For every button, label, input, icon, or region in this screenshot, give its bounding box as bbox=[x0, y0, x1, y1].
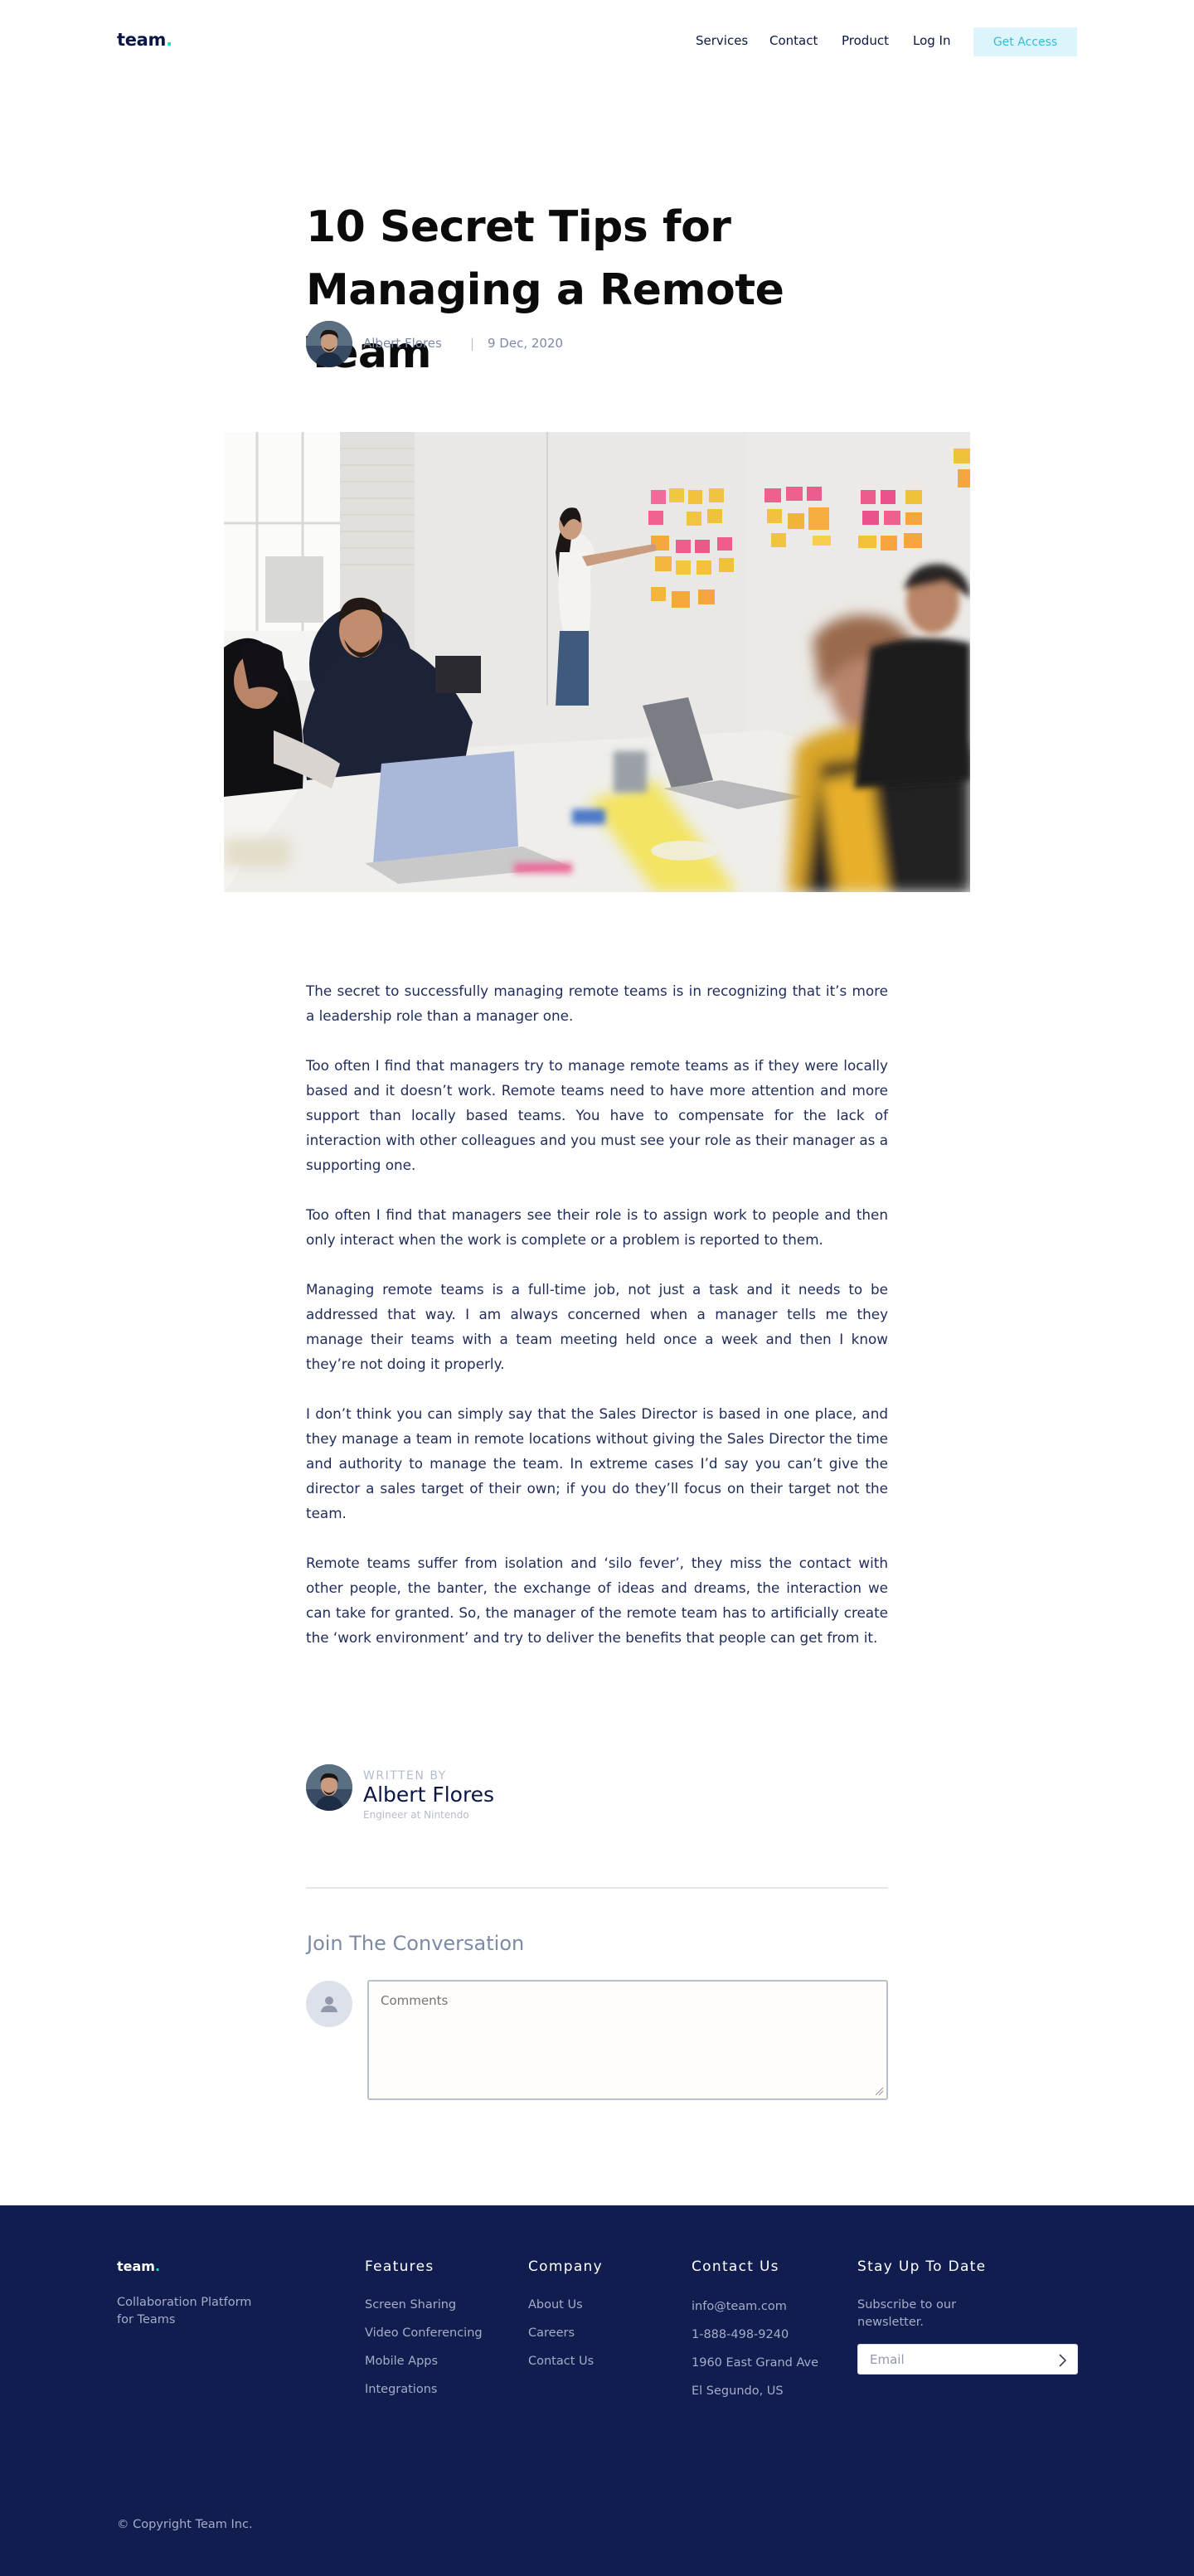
written-by-label: WRITTEN BY bbox=[363, 1769, 447, 1783]
article-paragraph: Managing remote teams is a full-time job… bbox=[306, 1281, 888, 1372]
article-body: The secret to successfully managing remo… bbox=[306, 978, 888, 1675]
user-icon bbox=[321, 1996, 337, 2012]
article-title: 10 Secret Tips for Managing a Remote Tea… bbox=[306, 202, 784, 378]
publish-date: 9 Dec, 2020 bbox=[488, 336, 564, 351]
page: team. Services Contact Product Log In Ge… bbox=[0, 0, 1194, 2576]
get-access-button[interactable]: Get Access bbox=[973, 27, 1077, 56]
footer-company-title: Company bbox=[528, 2258, 603, 2275]
hero-image bbox=[224, 432, 970, 892]
logo[interactable]: team. bbox=[117, 30, 172, 50]
comment-input[interactable] bbox=[367, 1980, 888, 2100]
site-header: team. Services Contact Product Log In Ge… bbox=[0, 0, 1194, 83]
article-paragraph: I don’t think you can simply say that th… bbox=[306, 1405, 888, 1521]
footer-link-screen-sharing[interactable]: Screen Sharing bbox=[365, 2298, 456, 2312]
meta-separator: | bbox=[470, 336, 475, 351]
footer-newsletter-text: Subscribe to our newsletter. bbox=[857, 2298, 957, 2329]
footer-newsletter-title: Stay Up To Date bbox=[857, 2258, 987, 2275]
article-paragraph: Too often I find that managers see their… bbox=[306, 1206, 888, 1248]
author-avatar bbox=[306, 321, 352, 367]
footer-link-careers[interactable]: Careers bbox=[528, 2326, 575, 2340]
footer-features-title: Features bbox=[365, 2258, 434, 2275]
footer-link-integrations[interactable]: Integrations bbox=[365, 2383, 437, 2396]
written-by-role: Engineer at Nintendo bbox=[363, 1809, 469, 1821]
footer-email-link[interactable]: info@team.com bbox=[692, 2300, 787, 2313]
copyright: © Copyright Team Inc. bbox=[117, 2518, 253, 2531]
article-paragraph: Remote teams suffer from isolation and ‘… bbox=[306, 1555, 888, 1646]
footer-address-line: 1960 East Grand Ave bbox=[692, 2356, 819, 2370]
article-paragraph: Too often I find that managers try to ma… bbox=[306, 1057, 889, 1173]
nav-login[interactable]: Log In bbox=[913, 33, 951, 48]
author-name[interactable]: Albert Flores bbox=[363, 336, 442, 351]
resize-grip-icon[interactable] bbox=[874, 2086, 884, 2096]
conversation-title: Join The Conversation bbox=[307, 1932, 525, 1955]
newsletter-email-input[interactable] bbox=[870, 2351, 1036, 2368]
footer-tagline: Collaboration Platform for Teams bbox=[117, 2296, 252, 2326]
footer-phone-link[interactable]: 1-888-498-9240 bbox=[692, 2328, 789, 2341]
section-divider bbox=[306, 1887, 888, 1889]
nav-services[interactable]: Services bbox=[696, 33, 748, 48]
nav-contact[interactable]: Contact bbox=[769, 33, 818, 48]
written-by-name[interactable]: Albert Flores bbox=[363, 1783, 494, 1807]
nav-product[interactable]: Product bbox=[842, 33, 889, 48]
site-footer: team. Collaboration Platform for Teams F… bbox=[0, 2205, 1194, 2576]
footer-link-mobile-apps[interactable]: Mobile Apps bbox=[365, 2355, 438, 2368]
chevron-right-icon[interactable] bbox=[1054, 2352, 1070, 2369]
article-paragraph: The secret to successfully managing remo… bbox=[306, 982, 888, 1024]
footer-link-contact-us[interactable]: Contact Us bbox=[528, 2355, 594, 2368]
user-avatar-placeholder bbox=[306, 1981, 352, 2027]
footer-logo[interactable]: team. bbox=[117, 2258, 160, 2274]
footer-link-about-us[interactable]: About Us bbox=[528, 2298, 583, 2312]
footer-link-video-conferencing[interactable]: Video Conferencing bbox=[365, 2326, 483, 2340]
footer-contact-title: Contact Us bbox=[692, 2258, 779, 2275]
written-by-avatar bbox=[306, 1764, 352, 1811]
newsletter-form bbox=[857, 2344, 1078, 2375]
footer-address-city: El Segundo, US bbox=[692, 2384, 784, 2398]
